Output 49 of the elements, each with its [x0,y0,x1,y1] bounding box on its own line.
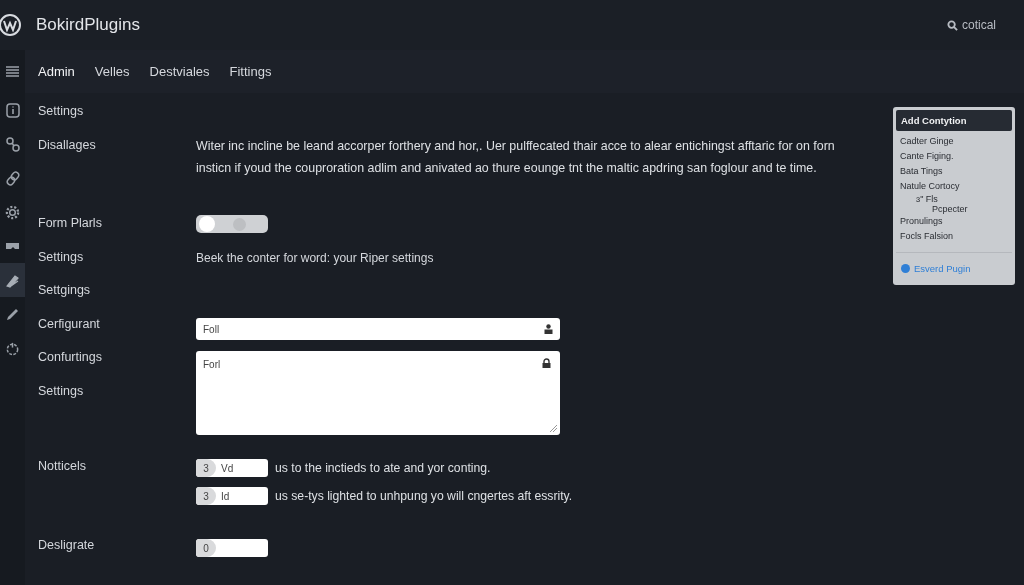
nav-tab[interactable]: Velles [94,60,142,83]
gear-icon[interactable] [5,204,20,220]
link-icon[interactable] [5,136,20,152]
field-label: Settings [38,248,85,266]
lock-icon [542,358,551,368]
menu-item[interactable]: Pcpecter [896,204,1012,214]
field-label: Form Plarls [38,215,103,232]
nav-tab[interactable]: Fittings [229,60,284,83]
field-label: Cerfigurant [38,315,101,333]
resize-grip-icon[interactable] [549,424,557,432]
description-text: Witer inc incline be leand accorper forthery and hor,. Uer pulffecated thair acce to alear entichingst afftaric for on forn insticn if youd the couproration adlim and anivated ao thure eounge tnt the maltic apdring san foglour and te time. [196,138,836,177]
menu-item[interactable]: Cante Figing. [896,149,1012,164]
panel-header: Add Contytion [896,110,1012,131]
chain-icon[interactable] [5,170,20,186]
help-text: Beek the conter for word: your Riper settings [196,251,434,265]
goggles-icon[interactable] [5,240,20,252]
menu-item[interactable]: Pronulings [896,214,1012,229]
logo-icon [0,13,22,37]
info-icon [901,264,910,273]
nav-tab[interactable]: Destviales [149,60,222,83]
field-label: Disallages [38,136,97,154]
field-label: Notticels [38,458,87,475]
option-text: us to the inctieds to ate and yor conting. [275,461,491,475]
input-field[interactable]: Foll [196,318,560,340]
menu-item[interactable]: Focls Falsion [896,229,1012,244]
site-title: BokirdPlugins [36,15,140,35]
nav-tab[interactable]: Admin [38,60,87,83]
person-icon [544,324,553,334]
field-label: Confurtings [38,349,103,366]
number-field[interactable]: 0 [196,539,268,557]
search-field[interactable]: cotical [945,16,998,34]
field-label: Desligrate [38,536,96,554]
info-icon[interactable] [5,102,20,118]
option-text: us se-tys lighted to unhpung yo will cngertes aft essrity. [275,489,573,503]
number-field[interactable]: 3 Id [196,487,268,505]
field-label: Settings [38,103,85,120]
pencil-icon[interactable] [5,306,20,322]
menu-item[interactable]: ɜ" Fls [896,194,1012,204]
power-icon[interactable] [5,340,20,356]
menu-item[interactable]: Cadter Ginge [896,134,1012,149]
field-label: Settgings [38,282,92,299]
number-field[interactable]: 3 Vd [196,459,268,477]
menu-icon[interactable] [6,66,19,77]
search-icon [947,19,958,31]
text-area[interactable]: Forl [196,351,560,435]
menu-item[interactable]: Bata Tings [896,164,1012,179]
field-label: Settings [38,382,85,400]
menu-item[interactable]: Natule Cortocy [896,179,1012,194]
toggle-switch[interactable] [196,215,268,233]
